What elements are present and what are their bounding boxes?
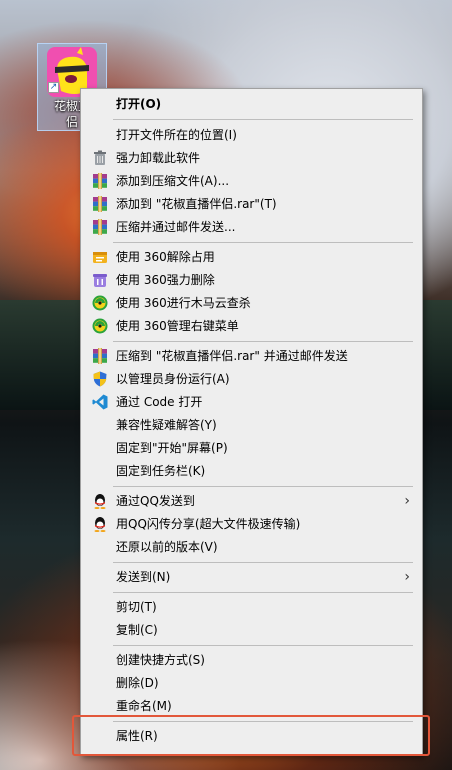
menu-item-add-to-rar[interactable]: 添加到 "花椒直播伴侣.rar"(T)	[83, 193, 420, 215]
menu-item-label: 固定到任务栏(K)	[116, 464, 206, 478]
menu-item-send-via-qq[interactable]: 通过QQ发送到 ›	[83, 490, 420, 512]
menu-item-label: 发送到(N)	[116, 570, 171, 584]
menu-item-label: 以管理员身份运行(A)	[116, 372, 230, 386]
360-icon	[92, 295, 108, 311]
menu-item-label: 压缩并通过邮件发送...	[116, 220, 236, 234]
menu-item-compat-troubleshoot[interactable]: 兼容性疑难解答(Y)	[83, 414, 420, 436]
menu-item-qq-flash-share[interactable]: 用QQ闪传分享(超大文件极速传输)	[83, 513, 420, 535]
qq-icon	[92, 516, 108, 532]
context-menu: 打开(O) 打开文件所在的位置(I) 强力卸载此软件 添加到压缩文件(A)...…	[80, 88, 423, 755]
menu-item-run-as-admin[interactable]: 以管理员身份运行(A)	[83, 368, 420, 390]
menu-separator	[113, 119, 413, 120]
menu-item-360-trojan-scan[interactable]: 使用 360进行木马云查杀	[83, 292, 420, 314]
menu-item-label: 重命名(M)	[116, 699, 172, 713]
shortcut-arrow-icon: ↗	[48, 82, 59, 93]
menu-item-label: 打开文件所在的位置(I)	[116, 128, 237, 142]
qq-icon	[92, 493, 108, 509]
menu-separator	[113, 242, 413, 243]
360-delete-icon	[92, 272, 108, 288]
menu-item-compress-email[interactable]: 压缩并通过邮件发送...	[83, 216, 420, 238]
menu-item-compress-rar-email[interactable]: 压缩到 "花椒直播伴侣.rar" 并通过邮件发送	[83, 345, 420, 367]
menu-item-create-shortcut[interactable]: 创建快捷方式(S)	[83, 649, 420, 671]
menu-item-label: 使用 360管理右键菜单	[116, 319, 239, 333]
winrar-icon	[92, 196, 108, 212]
vscode-icon	[92, 394, 108, 410]
properties-highlight-box	[72, 715, 430, 756]
menu-item-label: 用QQ闪传分享(超大文件极速传输)	[116, 517, 301, 531]
menu-item-add-to-archive[interactable]: 添加到压缩文件(A)...	[83, 170, 420, 192]
menu-separator	[113, 341, 413, 342]
menu-separator	[113, 645, 413, 646]
menu-item-label: 复制(C)	[116, 623, 158, 637]
menu-item-360-manage-menu[interactable]: 使用 360管理右键菜单	[83, 315, 420, 337]
menu-item-label: 强力卸载此软件	[116, 151, 201, 165]
menu-item-label: 通过QQ发送到	[116, 494, 195, 508]
menu-item-label: 还原以前的版本(V)	[116, 540, 218, 554]
menu-item-label: 打开(O)	[116, 97, 162, 111]
menu-item-restore-versions[interactable]: 还原以前的版本(V)	[83, 536, 420, 558]
menu-item-label: 使用 360进行木马云查杀	[116, 296, 251, 310]
menu-item-label: 通过 Code 打开	[116, 395, 203, 409]
menu-item-cut[interactable]: 剪切(T)	[83, 596, 420, 618]
trash-icon	[92, 150, 108, 166]
menu-item-pin-to-taskbar[interactable]: 固定到任务栏(K)	[83, 460, 420, 482]
menu-item-label: 添加到 "花椒直播伴侣.rar"(T)	[116, 197, 277, 211]
menu-item-label: 使用 360强力删除	[116, 273, 215, 287]
submenu-arrow-icon: ›	[404, 493, 410, 509]
menu-separator	[113, 486, 413, 487]
submenu-arrow-icon: ›	[404, 569, 410, 585]
menu-item-send-to[interactable]: 发送到(N) ›	[83, 566, 420, 588]
menu-separator	[113, 562, 413, 563]
menu-item-open-location[interactable]: 打开文件所在的位置(I)	[83, 124, 420, 146]
menu-item-open[interactable]: 打开(O)	[83, 93, 420, 115]
menu-item-label: 创建快捷方式(S)	[116, 653, 205, 667]
menu-item-force-uninstall[interactable]: 强力卸载此软件	[83, 147, 420, 169]
menu-item-label: 压缩到 "花椒直播伴侣.rar" 并通过邮件发送	[116, 349, 348, 363]
menu-item-label: 使用 360解除占用	[116, 250, 215, 264]
menu-item-360-force-delete[interactable]: 使用 360强力删除	[83, 269, 420, 291]
menu-item-label: 添加到压缩文件(A)...	[116, 174, 230, 188]
360-icon	[92, 318, 108, 334]
menu-item-delete[interactable]: 删除(D)	[83, 672, 420, 694]
360-unlock-icon	[92, 249, 108, 265]
menu-separator	[113, 592, 413, 593]
menu-item-label: 兼容性疑难解答(Y)	[116, 418, 217, 432]
menu-item-pin-to-start[interactable]: 固定到"开始"屏幕(P)	[83, 437, 420, 459]
winrar-icon	[92, 219, 108, 235]
menu-item-label: 剪切(T)	[116, 600, 157, 614]
menu-item-open-with-code[interactable]: 通过 Code 打开	[83, 391, 420, 413]
winrar-icon	[92, 348, 108, 364]
menu-item-label: 删除(D)	[116, 676, 159, 690]
uac-shield-icon	[92, 371, 108, 387]
menu-item-label: 固定到"开始"屏幕(P)	[116, 441, 228, 455]
winrar-icon	[92, 173, 108, 189]
menu-item-copy[interactable]: 复制(C)	[83, 619, 420, 641]
menu-item-rename[interactable]: 重命名(M)	[83, 695, 420, 717]
menu-item-360-unlock[interactable]: 使用 360解除占用	[83, 246, 420, 268]
